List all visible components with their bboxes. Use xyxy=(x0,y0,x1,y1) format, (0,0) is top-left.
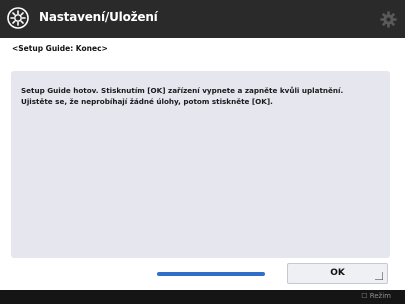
nastaveni-gear-logo-icon xyxy=(7,7,29,29)
gear-icon[interactable] xyxy=(380,11,397,28)
status-bar: ☐ Režim xyxy=(0,290,405,304)
ok-button-label: OK xyxy=(330,268,345,278)
progress-fill xyxy=(157,272,265,276)
ok-button[interactable]: OK xyxy=(287,263,388,284)
corner-mark-icon xyxy=(375,272,383,280)
screen-heading: <Setup Guide: Konec> xyxy=(12,44,108,53)
title-bar: Nastavení/Uložení xyxy=(0,0,405,38)
message-text: Setup Guide hotov. Stisknutím [OK] zaříz… xyxy=(21,86,344,106)
progress-bar xyxy=(157,272,265,276)
page-title: Nastavení/Uložení xyxy=(39,10,158,24)
mode-indicator[interactable]: ☐ Režim xyxy=(361,292,391,300)
message-panel: Setup Guide hotov. Stisknutím [OK] zaříz… xyxy=(11,71,390,258)
